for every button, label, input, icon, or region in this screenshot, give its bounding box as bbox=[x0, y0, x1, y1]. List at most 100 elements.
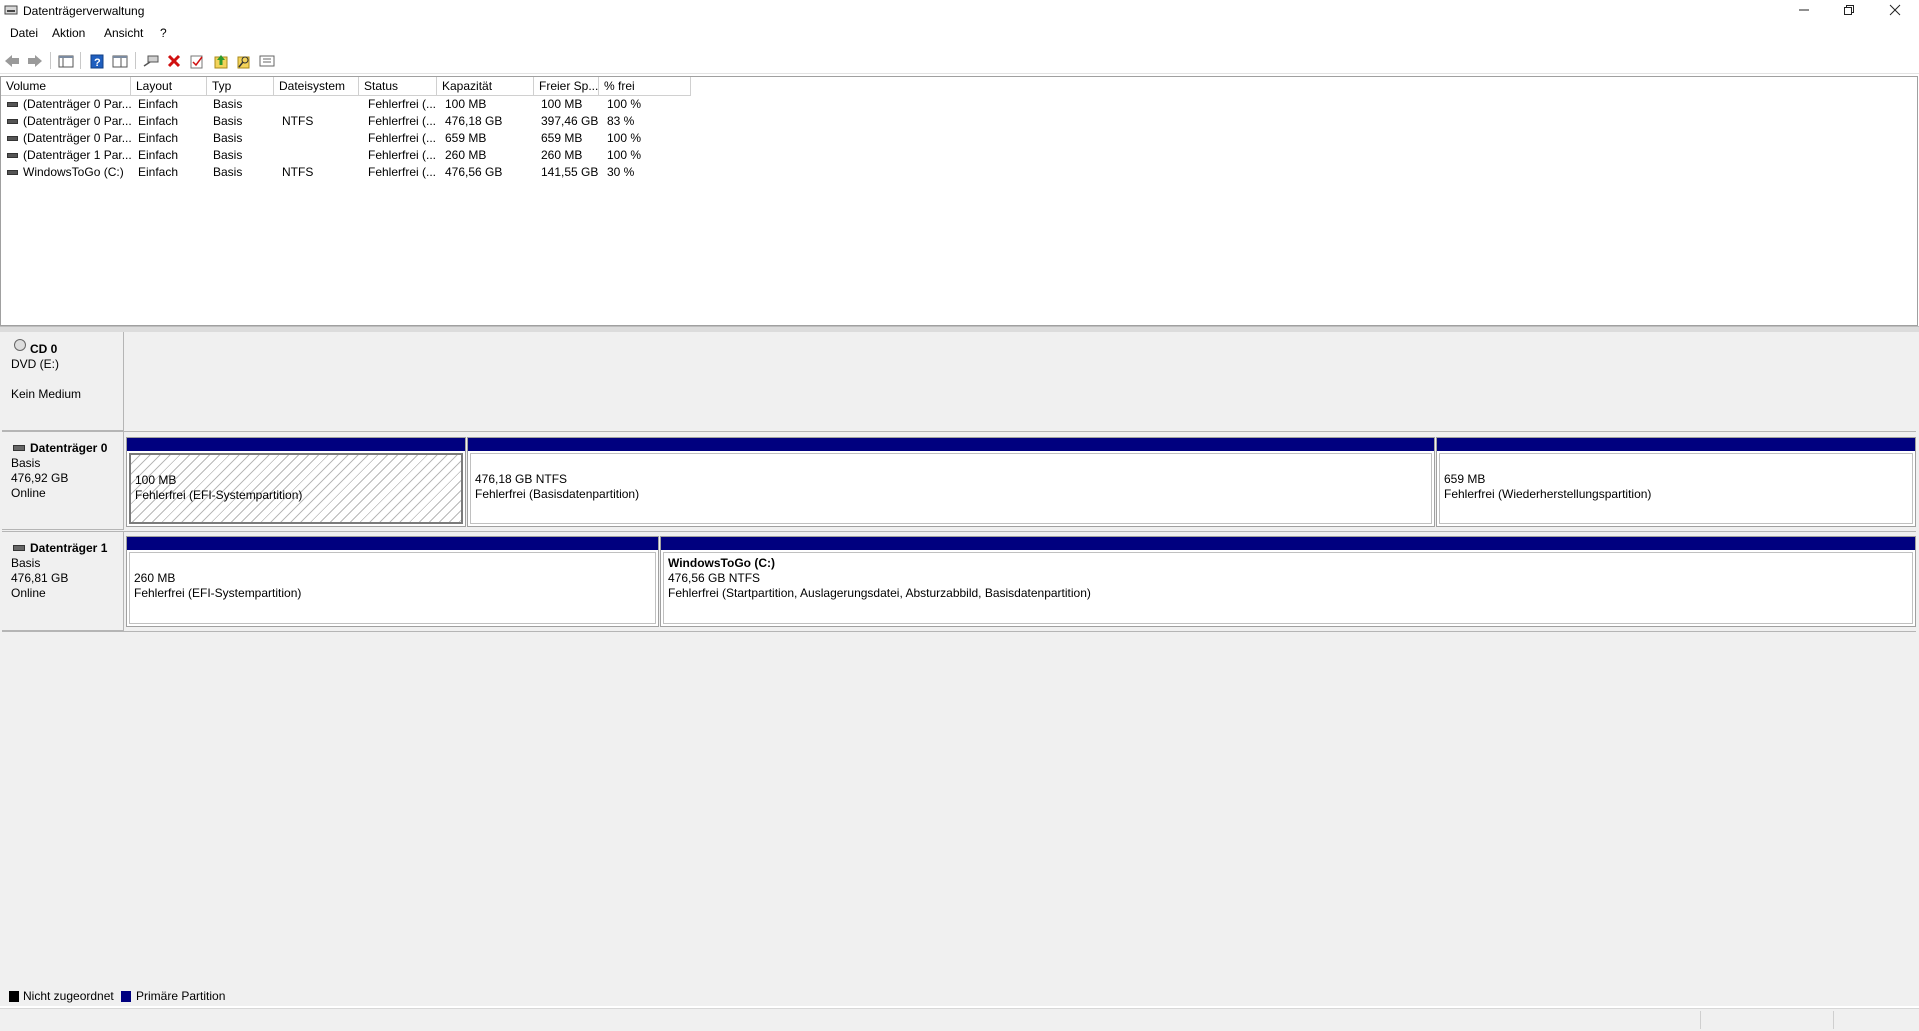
back-button[interactable] bbox=[3, 53, 21, 69]
search-button[interactable] bbox=[235, 53, 253, 69]
row-divider bbox=[2, 431, 1916, 432]
column-freier-speicher[interactable]: Freier Sp... bbox=[534, 77, 599, 95]
column-status[interactable]: Status bbox=[359, 77, 437, 95]
view-button[interactable] bbox=[258, 53, 276, 69]
table-cell: 397,46 GB bbox=[541, 114, 599, 128]
table-cell: Basis bbox=[213, 148, 243, 162]
up-button[interactable] bbox=[212, 53, 230, 69]
disk-icon bbox=[13, 445, 25, 451]
menu-aktion[interactable]: Aktion bbox=[52, 26, 85, 40]
partition-disk0-recovery[interactable]: 659 MB Fehlerfrei (Wiederherstellungspar… bbox=[1436, 437, 1916, 527]
table-cell: 476,56 GB bbox=[445, 165, 503, 179]
menu-ansicht[interactable]: Ansicht bbox=[104, 26, 143, 40]
toolbar-separator bbox=[80, 52, 81, 69]
help-button[interactable]: ? bbox=[88, 53, 106, 69]
table-cell: NTFS bbox=[282, 114, 314, 128]
partition-size: 100 MB bbox=[135, 473, 177, 487]
row-divider bbox=[2, 531, 1916, 532]
disk-graphical-view: CD 0 DVD (E:) Kein Medium Datenträger 0 … bbox=[0, 332, 1919, 1006]
delete-button[interactable] bbox=[165, 53, 183, 69]
partition-status: Fehlerfrei (Wiederherstellungspartition) bbox=[1444, 487, 1652, 501]
table-row[interactable]: (Datenträger 0 Par... Einfach Basis Fehlerf… bbox=[1, 96, 691, 113]
partition-header-bar bbox=[1437, 438, 1915, 451]
table-header: Volume Layout Typ Dateisystem Status Kap… bbox=[1, 77, 691, 96]
table-cell: WindowsToGo (C:) bbox=[23, 165, 124, 179]
column-kapazitaet[interactable]: Kapazität bbox=[437, 77, 534, 95]
table-cell: Basis bbox=[213, 131, 243, 145]
disk-label-cd0[interactable]: CD 0 DVD (E:) Kein Medium bbox=[2, 332, 124, 431]
check-button[interactable] bbox=[188, 53, 206, 69]
partition-disk0-data[interactable]: 476,18 GB NTFS Fehlerfrei (Basisdatenpar… bbox=[467, 437, 1435, 527]
table-cell: 476,18 GB bbox=[445, 114, 503, 128]
table-cell: 100 % bbox=[607, 97, 642, 111]
volume-icon bbox=[7, 119, 18, 124]
status-separator bbox=[1833, 1011, 1834, 1029]
disk-type: Basis bbox=[11, 456, 41, 470]
status-bar bbox=[0, 1008, 1919, 1031]
toolbar: ? bbox=[0, 48, 1919, 74]
partition-disk1-efi[interactable]: 260 MB Fehlerfrei (EFI-Systempartition) bbox=[126, 536, 659, 627]
properties-button[interactable] bbox=[111, 53, 129, 69]
window-title: Datenträgerverwaltung bbox=[23, 4, 145, 18]
column-prozent-frei[interactable]: % frei bbox=[599, 77, 691, 95]
table-row[interactable]: WindowsToGo (C:) Einfach Basis NTFS Fehlerfr… bbox=[1, 164, 691, 181]
table-row[interactable]: (Datenträger 0 Par... Einfach Basis Fehlerf… bbox=[1, 130, 691, 147]
table-cell: 260 MB bbox=[541, 148, 583, 162]
view-icon bbox=[259, 55, 275, 67]
partition-body: 476,18 GB NTFS Fehlerfrei (Basisdatenpar… bbox=[470, 453, 1432, 524]
back-arrow-icon bbox=[5, 55, 19, 67]
legend-swatch-unallocated bbox=[9, 991, 19, 1002]
table-cell: Basis bbox=[213, 114, 243, 128]
forward-button[interactable] bbox=[26, 53, 44, 69]
partition-body: 659 MB Fehlerfrei (Wiederherstellungspar… bbox=[1439, 453, 1913, 524]
disk-name: Datenträger 1 bbox=[30, 541, 108, 555]
console-tree-button[interactable] bbox=[57, 53, 75, 69]
table-cell: (Datenträger 0 Par... bbox=[23, 131, 132, 145]
table-cell: Basis bbox=[213, 165, 243, 179]
legend-label-primary: Primäre Partition bbox=[136, 989, 226, 1003]
legend-label-unallocated: Nicht zugeordnet bbox=[23, 989, 114, 1003]
volume-list: Volume Layout Typ Dateisystem Status Kap… bbox=[0, 76, 1918, 326]
table-cell: Basis bbox=[213, 97, 243, 111]
column-volume[interactable]: Volume bbox=[1, 77, 131, 95]
menu-help[interactable]: ? bbox=[160, 26, 167, 40]
check-icon bbox=[190, 55, 203, 68]
connect-button[interactable] bbox=[142, 53, 160, 69]
table-cell: Fehlerfrei (... bbox=[368, 148, 437, 162]
up-arrow-icon bbox=[214, 54, 228, 68]
partition-body: 260 MB Fehlerfrei (EFI-Systempartition) bbox=[129, 552, 656, 624]
volume-icon bbox=[7, 102, 18, 107]
table-cell: 659 MB bbox=[541, 131, 583, 145]
table-cell: Einfach bbox=[138, 148, 179, 162]
table-cell: 100 % bbox=[607, 131, 642, 145]
volume-icon bbox=[7, 170, 18, 175]
disk-label-disk0[interactable]: Datenträger 0 Basis 476,92 GB Online bbox=[2, 432, 124, 530]
title-bar: Datenträgerverwaltung bbox=[0, 0, 1919, 22]
column-dateisystem[interactable]: Dateisystem bbox=[274, 77, 359, 95]
legend: Nicht zugeordnet Primäre Partition bbox=[0, 987, 1919, 1006]
partition-windowstogo[interactable]: WindowsToGo (C:) 476,56 GB NTFS Fehlerfr… bbox=[660, 536, 1916, 627]
table-cell: 100 % bbox=[607, 148, 642, 162]
table-row[interactable]: (Datenträger 0 Par... Einfach Basis NTFS Feh… bbox=[1, 113, 691, 130]
partition-status: Fehlerfrei (EFI-Systempartition) bbox=[134, 586, 302, 600]
column-layout[interactable]: Layout bbox=[131, 77, 207, 95]
table-row[interactable]: (Datenträger 1 Par... Einfach Basis Fehlerf… bbox=[1, 147, 691, 164]
menu-datei[interactable]: Datei bbox=[10, 26, 38, 40]
partition-size: 260 MB bbox=[134, 571, 176, 585]
restore-button[interactable] bbox=[1826, 0, 1872, 22]
close-button[interactable] bbox=[1872, 0, 1918, 22]
partition-status: Fehlerfrei (EFI-Systempartition) bbox=[135, 488, 303, 502]
properties-icon bbox=[112, 55, 128, 68]
table-cell: Fehlerfrei (... bbox=[368, 165, 437, 179]
table-cell: (Datenträger 1 Par... bbox=[23, 148, 132, 162]
minimize-button[interactable] bbox=[1781, 0, 1827, 22]
disk-size: 476,92 GB bbox=[11, 471, 69, 485]
media-status: Kein Medium bbox=[11, 387, 82, 401]
column-typ[interactable]: Typ bbox=[207, 77, 274, 95]
table-cell: 30 % bbox=[607, 165, 635, 179]
forward-arrow-icon bbox=[28, 55, 42, 67]
partition-disk0-efi[interactable]: 100 MB Fehlerfrei (EFI-Systempartition) bbox=[126, 437, 466, 527]
table-cell: Einfach bbox=[138, 114, 179, 128]
disk-label-disk1[interactable]: Datenträger 1 Basis 476,81 GB Online bbox=[2, 532, 124, 631]
disk-icon bbox=[13, 545, 25, 551]
